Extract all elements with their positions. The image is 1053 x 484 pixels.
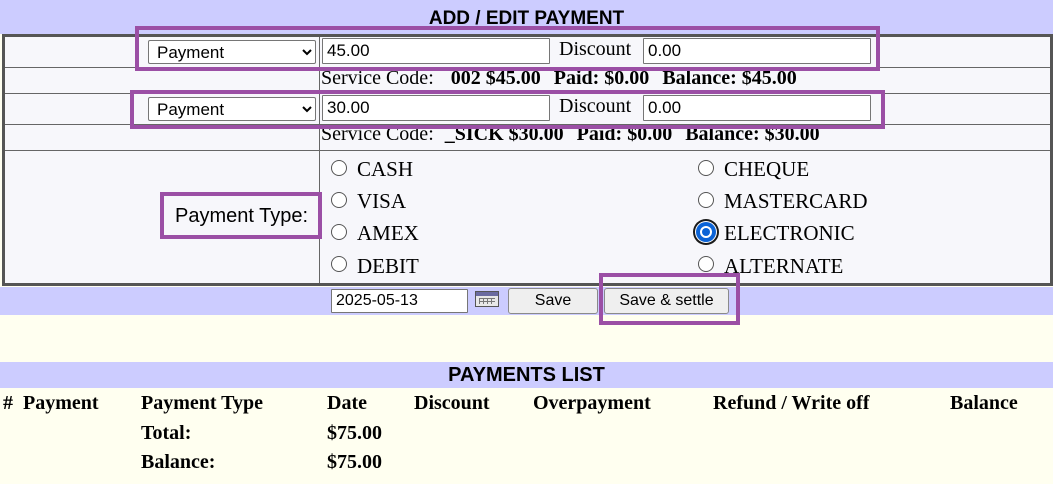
radio-label-debit: DEBIT [357, 254, 419, 278]
service-info-1: Service Code: 002 $45.00 Paid: $0.00 Bal… [321, 67, 797, 90]
balance-label: Balance: [141, 451, 216, 473]
row-divider [5, 150, 1050, 151]
total-label: Total: [141, 422, 192, 444]
service-code-label: Service Code: [321, 67, 434, 89]
balance-value: Balance: $30.00 [685, 123, 820, 145]
radio-label-alternate: ALTERNATE [724, 254, 844, 278]
column-header-payment: Payment [23, 392, 99, 414]
service-code-value: _SICK $30.00 [444, 123, 564, 145]
column-divider [319, 37, 320, 283]
balance-value: Balance: $45.00 [662, 67, 797, 89]
radio-electronic[interactable] [698, 224, 714, 240]
radio-visa[interactable] [331, 192, 347, 208]
discount-input-2[interactable] [643, 95, 871, 121]
payments-list-header: PAYMENTS LIST [0, 362, 1053, 388]
column-header-payment-type: Payment Type [141, 392, 264, 414]
column-header-date: Date [327, 392, 367, 414]
save-button[interactable]: Save [508, 288, 598, 314]
radio-label-cash: CASH [357, 157, 414, 181]
radio-label-visa: VISA [357, 189, 407, 213]
column-header-discount: Discount [414, 392, 490, 414]
discount-label-2: Discount [559, 95, 632, 117]
radio-amex[interactable] [331, 224, 347, 240]
column-header-refund: Refund / Write off [713, 392, 870, 414]
column-header-number: # [3, 392, 13, 414]
total-value: $75.00 [327, 422, 382, 444]
radio-cash[interactable] [331, 160, 347, 176]
add-edit-payment-header: ADD / EDIT PAYMENT [0, 0, 1053, 34]
radio-label-electronic: ELECTRONIC [724, 221, 855, 245]
payment-amount-input-2[interactable] [322, 95, 550, 121]
paid-value: Paid: $0.00 [553, 67, 650, 89]
page-title: ADD / EDIT PAYMENT [428, 8, 625, 29]
balance-value-total: $75.00 [327, 451, 382, 473]
service-info-2: Service Code: _SICK $30.00 Paid: $0.00 B… [321, 123, 820, 146]
service-code-label: Service Code: [321, 123, 434, 145]
row-divider [5, 93, 1050, 94]
discount-label-1: Discount [559, 38, 632, 60]
payment-type-label: Payment Type: [175, 205, 309, 227]
radio-debit[interactable] [331, 256, 347, 272]
calendar-icon[interactable] [475, 291, 499, 307]
radio-mastercard[interactable] [698, 192, 714, 208]
radio-label-cheque: CHEQUE [724, 157, 810, 181]
service-code-value: 002 $45.00 [450, 67, 541, 89]
column-header-balance: Balance [950, 392, 1018, 414]
radio-cheque[interactable] [698, 160, 714, 176]
discount-input-1[interactable] [643, 38, 871, 64]
payment-amount-input-1[interactable] [322, 38, 550, 64]
save-settle-button[interactable]: Save & settle [604, 288, 729, 314]
payments-list-title: PAYMENTS LIST [448, 364, 605, 386]
payment-date-input[interactable] [331, 289, 468, 313]
payment-type-select-2[interactable]: Payment [148, 97, 316, 121]
radio-label-mastercard: MASTERCARD [724, 189, 868, 213]
paid-value: Paid: $0.00 [576, 123, 673, 145]
radio-label-amex: AMEX [357, 221, 419, 245]
radio-alternate[interactable] [698, 256, 714, 272]
column-header-overpayment: Overpayment [533, 392, 651, 414]
payment-type-select-1[interactable]: Payment [148, 40, 316, 64]
